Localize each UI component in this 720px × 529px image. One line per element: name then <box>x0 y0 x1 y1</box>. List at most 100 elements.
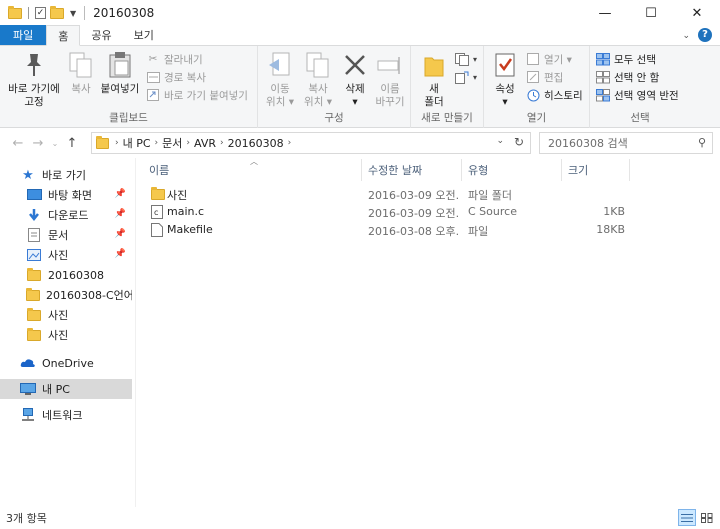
copy-path-label: 경로 복사 <box>164 71 206 84</box>
refresh-icon[interactable]: ↻ <box>514 135 524 149</box>
nav-item-label: 사진 <box>48 309 69 322</box>
nav-item-folder[interactable]: 사진 <box>0 305 132 325</box>
select-none-button[interactable]: 선택 안 함 <box>596 69 659 85</box>
new-folder-button[interactable]: 새 폴더 <box>419 50 449 109</box>
pin-icon <box>19 50 49 80</box>
separator <box>84 6 86 20</box>
paste-shortcut-button[interactable]: 바로 가기 붙여넣기 <box>146 87 248 103</box>
back-arrow-icon[interactable]: ← <box>8 136 28 151</box>
nav-item-folder[interactable]: 20160308-C언어마 <box>0 285 132 305</box>
nav-this-pc[interactable]: 내 PC <box>0 379 132 399</box>
tab-share[interactable]: 공유 <box>80 25 122 45</box>
address-bar[interactable]: › 내 PC › 문서 › AVR › 20160308 › ⌄ ↻ <box>91 132 531 154</box>
tab-view[interactable]: 보기 <box>123 25 165 45</box>
item-count: 3개 항목 <box>6 512 47 525</box>
nav-item-pictures[interactable]: 사진 📌 <box>0 245 132 265</box>
select-group-label: 선택 <box>630 112 650 124</box>
file-type: C Source <box>468 205 517 218</box>
nav-item-downloads[interactable]: 다운로드 📌 <box>0 205 132 225</box>
file-row[interactable]: c main.c 2016-03-09 오전... C Source 1KB <box>145 203 625 221</box>
column-header-modified[interactable]: 수정한 날짜 <box>362 159 462 181</box>
nav-onedrive-label: OneDrive <box>42 356 94 370</box>
separator <box>28 7 29 19</box>
history-button[interactable]: 히스토리 <box>526 87 583 103</box>
copy-to-icon <box>303 50 333 80</box>
help-icon[interactable]: ? <box>698 28 712 42</box>
nav-item-label: 바탕 화면 <box>48 189 92 202</box>
nav-item-folder[interactable]: 사진 <box>0 325 132 345</box>
pinned-icon: 📌 <box>114 249 126 259</box>
column-header-name[interactable]: 이름 <box>143 159 362 181</box>
breadcrumb-this-pc[interactable]: 내 PC <box>123 135 151 151</box>
nav-quick-access[interactable]: ★ 바로 가기 <box>0 165 132 185</box>
rename-button[interactable]: 이름 바꾸기 <box>372 50 408 109</box>
new-group-label: 새로 만들기 <box>421 112 473 124</box>
tab-home[interactable]: 홈 <box>46 25 81 46</box>
nav-network[interactable]: 네트워크 <box>0 405 132 425</box>
nav-item-label: 사진 <box>48 249 69 262</box>
network-icon <box>20 408 36 422</box>
pinned-icon: 📌 <box>114 229 126 239</box>
svg-text:c: c <box>154 208 158 217</box>
chevron-right-icon[interactable]: › <box>155 138 159 148</box>
file-name: Makefile <box>167 223 213 236</box>
window-title: 20160308 <box>93 6 155 20</box>
chevron-right-icon[interactable]: › <box>220 138 224 148</box>
new-folder-icon[interactable] <box>50 5 64 19</box>
file-name: main.c <box>167 205 205 218</box>
file-row[interactable]: Makefile 2016-03-08 오후... 파일 18KB <box>145 221 625 239</box>
select-all-icon <box>596 52 610 66</box>
column-header-type[interactable]: 유형 <box>462 159 562 181</box>
cut-button[interactable]: ✂ 잘라내기 <box>146 51 203 67</box>
select-all-button[interactable]: 모두 선택 <box>596 51 656 67</box>
paste-button[interactable]: 붙여넣기 <box>98 50 142 96</box>
address-dropdown-icon[interactable]: ⌄ <box>496 136 504 146</box>
open-group: 속성 ▾ 열기 ▾ 편집 히스토리 열기 <box>484 46 590 128</box>
expand-ribbon-icon[interactable]: ⌄ <box>682 31 690 41</box>
rename-label: 이름 바꾸기 <box>375 83 405 108</box>
move-to-button[interactable]: 이동 위치 ▾ <box>262 50 298 109</box>
customize-toolbar-icon[interactable]: ▼ <box>70 9 76 18</box>
copy-button[interactable]: 복사 <box>66 50 96 96</box>
new-item-button[interactable]: ▾ <box>455 51 477 67</box>
forward-arrow-icon[interactable]: → <box>28 136 48 151</box>
chevron-right-icon[interactable]: › <box>288 138 292 148</box>
select-group: 모두 선택 선택 안 함 선택 영역 반전 선택 <box>590 46 690 128</box>
recent-locations-chevron-icon[interactable]: ⌄ <box>48 139 62 148</box>
chevron-right-icon[interactable]: › <box>186 138 190 148</box>
breadcrumb-20160308[interactable]: 20160308 <box>228 137 284 150</box>
file-row[interactable]: 사진 2016-03-09 오전... 파일 폴더 <box>145 185 625 203</box>
chevron-right-icon[interactable]: › <box>115 138 119 148</box>
nav-item-label: 20160308 <box>48 268 104 282</box>
nav-item-folder[interactable]: 20160308 <box>0 265 132 285</box>
nav-item-desktop[interactable]: 바탕 화면 📌 <box>0 185 132 205</box>
delete-button[interactable]: 삭제 ▾ <box>340 50 370 109</box>
edit-button[interactable]: 편집 <box>526 69 563 85</box>
breadcrumb-avr[interactable]: AVR <box>194 137 216 150</box>
column-header-size[interactable]: 크기 <box>562 159 630 181</box>
tab-file[interactable]: 파일 <box>0 25 47 45</box>
nav-item-documents[interactable]: 문서 📌 <box>0 225 132 245</box>
pin-quick-access-button[interactable]: 바로 가기에 고정 <box>6 50 62 109</box>
copy-path-button[interactable]: 경로 복사 <box>146 69 206 85</box>
invert-selection-button[interactable]: 선택 영역 반전 <box>596 87 679 103</box>
up-arrow-icon[interactable]: ↑ <box>62 136 82 151</box>
computer-icon <box>20 382 36 396</box>
copy-to-button[interactable]: 복사 위치 ▾ <box>300 50 336 109</box>
nav-onedrive[interactable]: OneDrive <box>0 353 132 373</box>
breadcrumb-documents[interactable]: 문서 <box>162 135 182 151</box>
open-button[interactable]: 열기 ▾ <box>526 51 572 67</box>
nav-item-label: 문서 <box>48 229 69 242</box>
search-input[interactable]: 20160308 검색 ⚲ <box>539 132 713 154</box>
easy-access-button[interactable]: ▾ <box>455 69 477 85</box>
paste-label: 붙여넣기 <box>100 83 140 95</box>
close-button[interactable]: ✕ <box>674 0 720 26</box>
search-icon[interactable]: ⚲ <box>698 136 706 149</box>
details-view-icon[interactable] <box>678 509 696 526</box>
properties-check-icon[interactable]: ✓ <box>35 7 46 19</box>
large-icons-view-icon[interactable] <box>698 509 716 526</box>
pinned-icon: 📌 <box>114 209 126 219</box>
maximize-button[interactable]: ☐ <box>628 0 674 26</box>
minimize-button[interactable]: — <box>582 0 628 26</box>
properties-button[interactable]: 속성 ▾ <box>490 50 520 109</box>
